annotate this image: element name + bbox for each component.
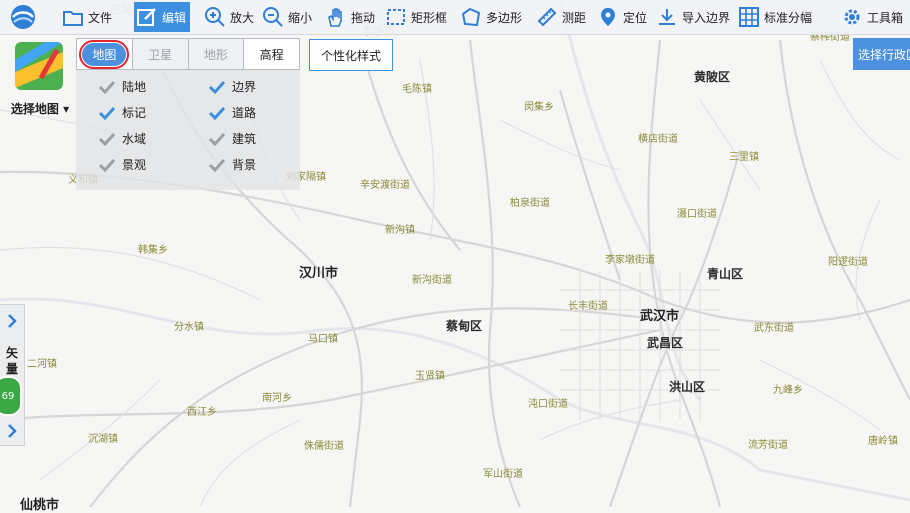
toolbar-toolbox-label: 工具箱 [867,10,904,25]
layer-option-background[interactable]: 背景 [208,156,256,173]
layer-option-boundary[interactable]: 边界 [208,78,256,95]
zoom-in-icon [205,7,225,27]
toolbar-standard-grid-label: 标准分幅 [764,10,813,25]
layer-option-water[interactable]: 水域 [98,130,146,147]
layer-option-landscape[interactable]: 景观 [98,156,146,173]
map-type-tabs: 地图 卫星 地形 高程 [76,38,300,70]
map-thumbnail-icon [15,42,63,90]
location-pin-icon [601,8,615,26]
toolbar-file-label: 文件 [88,10,113,25]
map-type-selector[interactable]: 选择地图 ▾ [5,38,71,118]
toolbar-zoom-in-label: 放大 [230,10,255,25]
toolbar-file[interactable]: 文件 [62,2,112,32]
tab-satellite[interactable]: 卫星 [132,39,189,69]
check-icon [208,80,226,94]
check-icon [208,158,226,172]
toolbar: 文件 编辑 放大 缩小 拖动 矩形框 多边形 测距 定位 导入边界 标准分幅 工… [0,0,910,35]
check-icon [98,158,116,172]
toolbar-import-boundary[interactable]: 导入边界 [656,2,730,32]
check-icon [98,80,116,94]
chevron-right-icon[interactable] [4,313,20,329]
zoom-out-icon [263,7,283,27]
polygon-icon [461,7,481,27]
toolbar-import-boundary-label: 导入边界 [682,10,731,25]
layer-option-roads-label: 道路 [232,106,257,120]
hand-icon [328,8,342,27]
toolbar-measure[interactable]: 测距 [536,2,586,32]
toolbar-rect-select-label: 矩形框 [411,10,448,25]
layer-option-markers-label: 标记 [122,106,147,120]
layers-panel: 地图 卫星 地形 高程 陆地 边界 标记 道路 水域 建筑 景观 背景 [76,38,300,190]
toolbar-pan[interactable]: 拖动 [325,2,375,32]
tab-elevation[interactable]: 高程 [244,39,299,69]
side-panel-toggle[interactable]: 矢量标 [0,304,25,446]
tab-elevation-label: 高程 [259,47,284,62]
toolbar-rect-select[interactable]: 矩形框 [385,2,447,32]
toolbar-zoom-out[interactable]: 缩小 [262,2,312,32]
count-badge[interactable]: 69 [0,376,22,416]
layer-option-boundary-label: 边界 [232,80,257,94]
layer-option-land-label: 陆地 [122,80,147,94]
chevron-right-icon[interactable] [4,423,20,439]
check-icon [208,132,226,146]
grid-icon [739,7,759,27]
select-admin-region-button[interactable]: 选择行政区 [853,38,910,70]
import-boundary-icon [659,9,675,25]
ruler-icon [537,7,557,27]
folder-icon [63,11,83,26]
check-icon [98,132,116,146]
edit-icon [137,8,156,26]
toolbar-zoom-in[interactable]: 放大 [204,2,254,32]
layer-option-markers[interactable]: 标记 [98,104,146,121]
toolbar-locate[interactable]: 定位 [597,2,647,32]
layer-option-background-label: 背景 [232,158,257,172]
layer-option-land[interactable]: 陆地 [98,78,146,95]
toolbar-zoom-out-label: 缩小 [288,10,313,25]
toolbar-standard-grid[interactable]: 标准分幅 [738,2,812,32]
layer-option-landscape-label: 景观 [122,158,147,172]
rectangle-select-icon [387,9,405,25]
toolbar-polygon-label: 多边形 [486,10,523,25]
toolbar-pan-label: 拖动 [351,10,376,25]
toolbar-edit-label: 编辑 [162,10,187,25]
map-type-label: 选择地图 ▾ [10,102,70,116]
layer-option-buildings[interactable]: 建筑 [208,130,256,147]
tab-map[interactable]: 地图 [77,39,133,69]
tab-terrain[interactable]: 地形 [188,39,245,69]
layer-option-buildings-label: 建筑 [232,132,257,146]
toolbar-measure-label: 测距 [562,10,587,25]
toolbar-locate-label: 定位 [623,10,648,25]
toolbar-edit[interactable]: 编辑 [134,2,191,32]
tab-satellite-label: 卫星 [148,47,173,62]
app-logo-icon [11,5,35,29]
toolbar-toolbox[interactable]: 工具箱 [841,2,903,32]
tab-terrain-label: 地形 [203,47,228,62]
check-icon [208,106,226,120]
layer-option-water-label: 水域 [122,132,147,146]
check-icon [98,106,116,120]
tab-map-label: 地图 [79,39,130,69]
custom-style-button[interactable]: 个性化样式 [309,39,393,71]
toolbar-polygon[interactable]: 多边形 [460,2,522,32]
layer-option-roads[interactable]: 道路 [208,104,256,121]
gear-icon [844,9,860,25]
